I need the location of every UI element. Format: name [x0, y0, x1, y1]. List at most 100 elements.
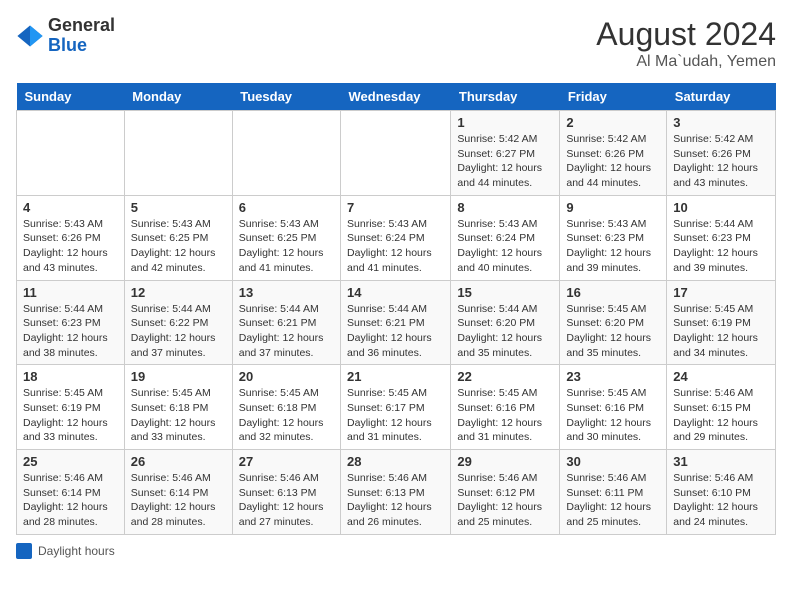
calendar-cell: 19Sunrise: 5:45 AM Sunset: 6:18 PM Dayli… — [124, 365, 232, 450]
day-info: Sunrise: 5:46 AM Sunset: 6:11 PM Dayligh… — [566, 471, 660, 530]
calendar-cell: 8 Sunrise: 5:43 AM Sunset: 6:24 PM Daylig… — [451, 195, 560, 280]
day-number: 6 — [239, 200, 334, 215]
day-info: Sunrise: 5:43 AM Sunset: 6:26 PM Dayligh… — [23, 217, 118, 276]
day-info: Sunrise: 5:43 AM Sunset: 6:24 PM Dayligh… — [457, 217, 553, 276]
calendar-cell: 20 Sunrise: 5:45 AM Sunset: 6:18 PM Dayli… — [232, 365, 340, 450]
calendar-cell: 2 Sunrise: 5:42 AM Sunset: 6:26 PM Daylig… — [560, 111, 667, 196]
calendar-cell: 5 Sunrise: 5:43 AM Sunset: 6:25 PM Daylig… — [124, 195, 232, 280]
header-day-friday: Friday — [560, 83, 667, 111]
day-number: 15 — [457, 285, 553, 300]
day-number: 28 — [347, 454, 444, 469]
month-year: August 2024 — [596, 16, 776, 53]
day-info: Sunrise: 5:44 AM Sunset: 6:21 PM Dayligh… — [347, 302, 444, 361]
day-info: Sunrise: 5:44 AM Sunset: 6:21 PM Dayligh… — [239, 302, 334, 361]
calendar-cell: 14 Sunrise: 5:44 AM Sunset: 6:21 PM Dayli… — [341, 280, 451, 365]
calendar-cell: 24 Sunrise: 5:46 AM Sunset: 6:15 PM Dayli… — [667, 365, 776, 450]
day-info: Sunrise: 5:44 AM Sunset: 6:22 PM Dayligh… — [131, 302, 226, 361]
day-number: 20 — [239, 369, 334, 384]
legend: Daylight hours — [16, 543, 776, 559]
day-info: Sunrise: 5:46 AM Sunset: 6:10 PM Dayligh… — [673, 471, 769, 530]
day-info: Sunrise: 5:46 AM Sunset: 6:14 PM Dayligh… — [131, 471, 226, 530]
day-number: 7 — [347, 200, 444, 215]
day-info: Sunrise: 5:42 AM Sunset: 6:26 PM Dayligh… — [566, 132, 660, 191]
header-day-saturday: Saturday — [667, 83, 776, 111]
calendar-cell: 9Sunrise: 5:43 AM Sunset: 6:23 PM Daylig… — [560, 195, 667, 280]
day-info: Sunrise: 5:46 AM Sunset: 6:13 PM Dayligh… — [239, 471, 334, 530]
day-number: 3 — [673, 115, 769, 130]
calendar-table: SundayMondayTuesdayWednesdayThursdayFrid… — [16, 83, 776, 535]
day-number: 14 — [347, 285, 444, 300]
day-info: Sunrise: 5:45 AM Sunset: 6:19 PM Dayligh… — [23, 386, 118, 445]
calendar-cell: 12Sunrise: 5:44 AM Sunset: 6:22 PM Dayli… — [124, 280, 232, 365]
calendar-cell: 10Sunrise: 5:44 AM Sunset: 6:23 PM Dayli… — [667, 195, 776, 280]
calendar-body: 1 Sunrise: 5:42 AM Sunset: 6:27 PM Daylig… — [17, 111, 776, 535]
calendar-cell: 26Sunrise: 5:46 AM Sunset: 6:14 PM Dayli… — [124, 450, 232, 535]
day-number: 11 — [23, 285, 118, 300]
calendar-cell: 31 Sunrise: 5:46 AM Sunset: 6:10 PM Dayli… — [667, 450, 776, 535]
day-info: Sunrise: 5:45 AM Sunset: 6:19 PM Dayligh… — [673, 302, 769, 361]
calendar-cell: 23 Sunrise: 5:45 AM Sunset: 6:16 PM Dayli… — [560, 365, 667, 450]
day-number: 22 — [457, 369, 553, 384]
day-info: Sunrise: 5:43 AM Sunset: 6:24 PM Dayligh… — [347, 217, 444, 276]
day-number: 18 — [23, 369, 118, 384]
day-info: Sunrise: 5:45 AM Sunset: 6:18 PM Dayligh… — [239, 386, 334, 445]
logo-general-text: General — [48, 15, 115, 35]
week-row-5: 25 Sunrise: 5:46 AM Sunset: 6:14 PM Dayli… — [17, 450, 776, 535]
calendar-cell: 21Sunrise: 5:45 AM Sunset: 6:17 PM Dayli… — [341, 365, 451, 450]
day-number: 23 — [566, 369, 660, 384]
calendar-cell: 29 Sunrise: 5:46 AM Sunset: 6:12 PM Dayli… — [451, 450, 560, 535]
day-info: Sunrise: 5:42 AM Sunset: 6:27 PM Dayligh… — [457, 132, 553, 191]
header-day-thursday: Thursday — [451, 83, 560, 111]
day-number: 25 — [23, 454, 118, 469]
week-row-4: 18 Sunrise: 5:45 AM Sunset: 6:19 PM Dayli… — [17, 365, 776, 450]
day-number: 5 — [131, 200, 226, 215]
calendar-cell: 6 Sunrise: 5:43 AM Sunset: 6:25 PM Daylig… — [232, 195, 340, 280]
day-info: Sunrise: 5:43 AM Sunset: 6:25 PM Dayligh… — [239, 217, 334, 276]
calendar-cell — [232, 111, 340, 196]
header-row: SundayMondayTuesdayWednesdayThursdayFrid… — [17, 83, 776, 111]
calendar-cell: 30Sunrise: 5:46 AM Sunset: 6:11 PM Dayli… — [560, 450, 667, 535]
day-number: 10 — [673, 200, 769, 215]
calendar-cell: 27Sunrise: 5:46 AM Sunset: 6:13 PM Dayli… — [232, 450, 340, 535]
day-info: Sunrise: 5:46 AM Sunset: 6:13 PM Dayligh… — [347, 471, 444, 530]
logo: General Blue — [16, 16, 115, 56]
header-day-tuesday: Tuesday — [232, 83, 340, 111]
day-number: 1 — [457, 115, 553, 130]
day-number: 4 — [23, 200, 118, 215]
day-number: 9 — [566, 200, 660, 215]
day-info: Sunrise: 5:45 AM Sunset: 6:16 PM Dayligh… — [457, 386, 553, 445]
week-row-2: 4 Sunrise: 5:43 AM Sunset: 6:26 PM Daylig… — [17, 195, 776, 280]
title-block: August 2024 Al Ma`udah, Yemen — [596, 16, 776, 71]
day-number: 24 — [673, 369, 769, 384]
calendar-cell — [341, 111, 451, 196]
location: Al Ma`udah, Yemen — [596, 53, 776, 71]
week-row-3: 11Sunrise: 5:44 AM Sunset: 6:23 PM Dayli… — [17, 280, 776, 365]
calendar-cell: 1 Sunrise: 5:42 AM Sunset: 6:27 PM Daylig… — [451, 111, 560, 196]
legend-color-box — [16, 543, 32, 559]
day-number: 8 — [457, 200, 553, 215]
day-info: Sunrise: 5:43 AM Sunset: 6:25 PM Dayligh… — [131, 217, 226, 276]
calendar-cell: 17 Sunrise: 5:45 AM Sunset: 6:19 PM Dayli… — [667, 280, 776, 365]
calendar-cell: 16Sunrise: 5:45 AM Sunset: 6:20 PM Dayli… — [560, 280, 667, 365]
day-info: Sunrise: 5:46 AM Sunset: 6:12 PM Dayligh… — [457, 471, 553, 530]
calendar-cell: 4 Sunrise: 5:43 AM Sunset: 6:26 PM Daylig… — [17, 195, 125, 280]
day-number: 2 — [566, 115, 660, 130]
day-info: Sunrise: 5:45 AM Sunset: 6:16 PM Dayligh… — [566, 386, 660, 445]
day-info: Sunrise: 5:42 AM Sunset: 6:26 PM Dayligh… — [673, 132, 769, 191]
day-number: 17 — [673, 285, 769, 300]
day-info: Sunrise: 5:46 AM Sunset: 6:14 PM Dayligh… — [23, 471, 118, 530]
day-number: 13 — [239, 285, 334, 300]
day-number: 31 — [673, 454, 769, 469]
week-row-1: 1 Sunrise: 5:42 AM Sunset: 6:27 PM Daylig… — [17, 111, 776, 196]
logo-blue-text: Blue — [48, 35, 87, 55]
calendar-cell — [124, 111, 232, 196]
calendar-cell: 15Sunrise: 5:44 AM Sunset: 6:20 PM Dayli… — [451, 280, 560, 365]
calendar-cell: 18 Sunrise: 5:45 AM Sunset: 6:19 PM Dayli… — [17, 365, 125, 450]
calendar-header: SundayMondayTuesdayWednesdayThursdayFrid… — [17, 83, 776, 111]
day-number: 29 — [457, 454, 553, 469]
day-info: Sunrise: 5:46 AM Sunset: 6:15 PM Dayligh… — [673, 386, 769, 445]
calendar-cell: 25 Sunrise: 5:46 AM Sunset: 6:14 PM Dayli… — [17, 450, 125, 535]
header-day-wednesday: Wednesday — [341, 83, 451, 111]
header-day-monday: Monday — [124, 83, 232, 111]
calendar-cell — [17, 111, 125, 196]
